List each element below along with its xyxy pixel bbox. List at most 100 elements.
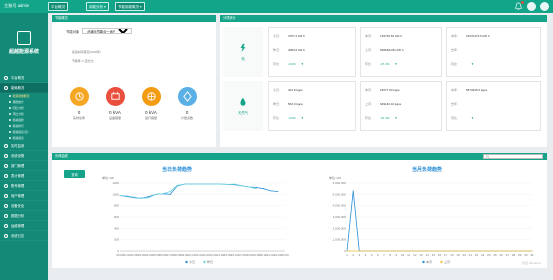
avatar-icon[interactable]: [527, 2, 536, 11]
x-tick-label: 6: [377, 253, 379, 257]
stat-key: 昨日:: [273, 48, 280, 52]
chart-title-day: 当日负荷趋势: [162, 167, 193, 173]
sidebar-subitem-label: 环比分析: [12, 112, 24, 116]
stat-box: 本月: 16677.63 kgce 上月: 649146.10 kgce 环比: -97.…: [360, 81, 442, 131]
down-arrow-icon: ▼: [300, 62, 304, 66]
stat-value: 5281804.81 kW h: [380, 48, 404, 52]
bullet-icon: [9, 107, 11, 109]
x-tick-label: 22: [475, 253, 479, 257]
log-icon: [4, 233, 8, 238]
legend-marker[interactable]: [203, 260, 206, 264]
y-axis-label: 单位: kW: [329, 175, 341, 180]
sidebar-item-label: 平台概况: [11, 76, 25, 80]
tab-overview[interactable]: 平台概况: [48, 2, 68, 11]
data-point: [133, 196, 135, 198]
stat-key: 去年:: [451, 48, 458, 52]
down-arrow-icon: ▼: [471, 116, 474, 120]
gear-icon: [4, 153, 8, 158]
x-tick-label: 16: [438, 253, 442, 257]
stat-key: 今日:: [273, 34, 280, 38]
kpi-card: 0 计量点数: [172, 87, 202, 120]
target-select[interactable]: 此演示节能点一运行中的: [82, 28, 133, 34]
stat-value: 502.0 kgce: [288, 102, 303, 106]
data-point: [519, 250, 521, 252]
kpi-label: 运行容量: [144, 116, 157, 120]
sidebar-item[interactable]: 系统设置: [0, 151, 48, 161]
data-point: [162, 193, 164, 195]
legend-marker[interactable]: [185, 260, 188, 264]
legend-marker[interactable]: [440, 260, 443, 264]
sidebar-item-energy[interactable]: 能耗概况: [0, 83, 48, 93]
data-point: [119, 194, 121, 196]
stat-key: 本年:: [451, 34, 458, 38]
sidebar-item-platform[interactable]: 平台概况: [0, 73, 48, 83]
data-point: [506, 250, 508, 252]
data-point: [365, 250, 366, 252]
data-point: [270, 190, 272, 192]
legend-label[interactable]: 今日: [189, 259, 195, 264]
legend-label[interactable]: 上月: [444, 259, 450, 264]
date-input[interactable]: [483, 154, 543, 159]
sidebar-item[interactable]: 账号管理: [0, 181, 48, 191]
x-tick-label: 30: [524, 253, 528, 257]
legend-label[interactable]: 本月: [426, 259, 432, 264]
y-tick-label: 6,000,000: [333, 181, 347, 185]
x-tick-label: 15: [432, 253, 436, 257]
down-arrow-icon: ▼: [471, 62, 474, 66]
stat-key: 本月:: [365, 88, 372, 92]
stat-value: 5573916.0 kgce: [466, 88, 488, 92]
stat-category: 电: [223, 27, 263, 77]
sidebar: 超越能源系统 平台概况 能耗概况 能源用量概况 用能统计 同比分析 环比分析 能耗趋势能…: [0, 13, 48, 280]
x-tick-label: 13: [419, 253, 423, 257]
query-button[interactable]: 查询: [64, 170, 85, 178]
data-point: [255, 187, 257, 189]
stat-value: -97.4%: [380, 62, 390, 66]
data-point: [198, 183, 200, 185]
data-point: [241, 185, 243, 187]
settings-icon[interactable]: [540, 2, 549, 11]
x-tick-label: 31: [530, 253, 534, 257]
bullet-icon: [9, 113, 11, 115]
data-point: [463, 250, 465, 252]
curve-title: 负荷曲线: [52, 153, 547, 160]
x-tick-label: 20: [462, 253, 466, 257]
bullet-icon: [9, 131, 11, 133]
bell-icon[interactable]: [514, 1, 524, 11]
x-tick-label: 26: [499, 253, 503, 257]
data-point: [169, 193, 171, 195]
select-label: 节能对象: [66, 29, 80, 34]
gauge-icon: [4, 85, 8, 90]
sidebar-item[interactable]: 用户管理: [0, 191, 48, 201]
legend-label[interactable]: 昨日: [207, 259, 213, 264]
user-label[interactable]: 主账号 admin: [4, 3, 29, 9]
series-line-0: [346, 190, 532, 252]
kpi-value: 0 kVA: [145, 110, 157, 115]
sidebar-item[interactable]: 表计管理: [0, 171, 48, 181]
stats-title: 分项统计: [220, 15, 547, 22]
data-point: [383, 250, 385, 252]
load-curve-panel: 负荷曲线 查询 当日负荷趋势 当月负荷趋势 单位: kW020040060080…: [52, 153, 547, 268]
y-tick-label: 800: [114, 204, 119, 208]
brand: 超越能源系统: [0, 13, 48, 73]
stat-value: -0.0%: [288, 62, 296, 66]
stats-panel: 分项统计 电今日: 3757.2 kW h 昨日: 4084.6 kW h 环比: -0.…: [220, 15, 547, 147]
sidebar-item[interactable]: 数据分析: [0, 211, 48, 221]
data-point: [439, 250, 440, 252]
data-point: [531, 250, 533, 252]
sidebar-item[interactable]: 设备安全: [0, 201, 48, 211]
bullet-icon: [9, 101, 11, 103]
sidebar-item[interactable]: 实时监测: [0, 141, 48, 151]
stat-category-name: 天然气: [238, 111, 248, 115]
sidebar-item-label: 能耗概况: [11, 86, 25, 90]
legend-marker[interactable]: [422, 260, 425, 264]
tab-analysis[interactable]: 用能分析 ▾: [86, 2, 109, 11]
tab-energy-saving[interactable]: 节能用能概况 ▾: [115, 2, 145, 11]
stat-key: 本月:: [365, 34, 372, 38]
sidebar-item[interactable]: 部门管理: [0, 161, 48, 171]
sidebar-item[interactable]: 系统日志: [0, 231, 48, 241]
data-point: [219, 183, 221, 185]
stat-key: 环比:: [273, 62, 280, 66]
sidebar-item[interactable]: 运维管理: [0, 221, 48, 231]
monitor-icon: [4, 143, 8, 148]
data-point: [426, 250, 428, 252]
